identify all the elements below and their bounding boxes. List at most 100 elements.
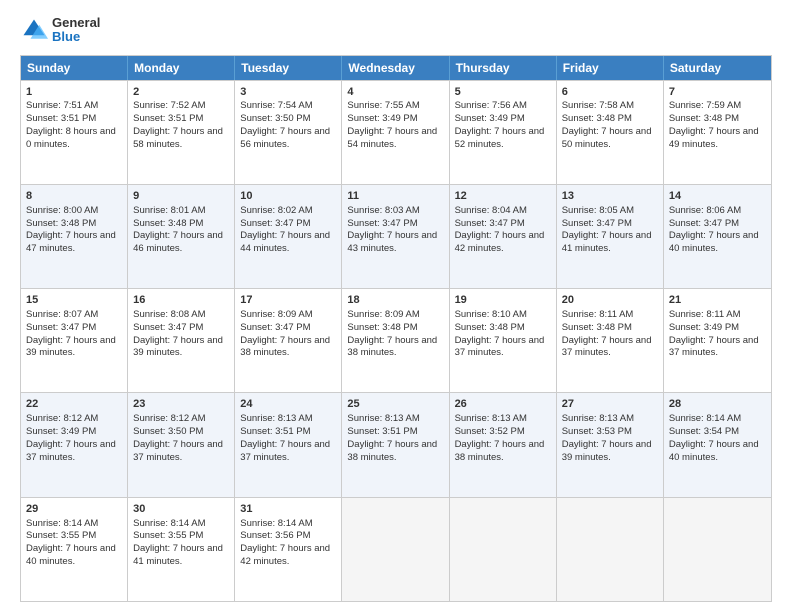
day-number: 20 bbox=[562, 293, 658, 308]
daylight: Daylight: 7 hours and 54 minutes. bbox=[347, 126, 437, 150]
sunrise: Sunrise: 8:09 AM bbox=[347, 309, 419, 320]
daylight: Daylight: 7 hours and 42 minutes. bbox=[240, 543, 330, 567]
sunrise: Sunrise: 8:13 AM bbox=[562, 413, 634, 424]
table-row: 17Sunrise: 8:09 AMSunset: 3:47 PMDayligh… bbox=[235, 289, 342, 392]
header-wednesday: Wednesday bbox=[342, 56, 449, 80]
day-number: 1 bbox=[26, 85, 122, 100]
week-row-1: 1Sunrise: 7:51 AM Sunset: 3:51 PM Daylight… bbox=[21, 80, 771, 184]
daylight: Daylight: 7 hours and 39 minutes. bbox=[562, 439, 652, 463]
day-number: 14 bbox=[669, 189, 766, 204]
daylight: Daylight: 7 hours and 39 minutes. bbox=[26, 335, 116, 359]
sunrise: Sunrise: 8:04 AM bbox=[455, 205, 527, 216]
sunrise: Sunrise: 8:12 AM bbox=[26, 413, 98, 424]
day-number: 26 bbox=[455, 397, 551, 412]
sunrise: Sunrise: 7:59 AM bbox=[669, 100, 741, 111]
daylight: Daylight: 7 hours and 40 minutes. bbox=[669, 439, 759, 463]
daylight: Daylight: 7 hours and 37 minutes. bbox=[669, 335, 759, 359]
sunrise: Sunrise: 7:51 AM bbox=[26, 100, 98, 111]
sunset: Sunset: 3:47 PM bbox=[26, 322, 96, 333]
table-row: 22Sunrise: 8:12 AMSunset: 3:49 PMDayligh… bbox=[21, 393, 128, 496]
sunset: Sunset: 3:49 PM bbox=[669, 322, 739, 333]
day-number: 9 bbox=[133, 189, 229, 204]
sunset: Sunset: 3:48 PM bbox=[347, 322, 417, 333]
table-row bbox=[557, 498, 664, 601]
sunset: Sunset: 3:47 PM bbox=[347, 218, 417, 229]
day-number: 24 bbox=[240, 397, 336, 412]
table-row: 15Sunrise: 8:07 AMSunset: 3:47 PMDayligh… bbox=[21, 289, 128, 392]
table-row: 1Sunrise: 7:51 AMSunset: 3:51 PMDaylight… bbox=[21, 81, 128, 184]
table-row: 6Sunrise: 7:58 AMSunset: 3:48 PMDaylight… bbox=[557, 81, 664, 184]
table-row: 3Sunrise: 7:54 AMSunset: 3:50 PMDaylight… bbox=[235, 81, 342, 184]
daylight: Daylight: 7 hours and 37 minutes. bbox=[26, 439, 116, 463]
sunrise: Sunrise: 8:13 AM bbox=[455, 413, 527, 424]
logo-text: General Blue bbox=[52, 16, 100, 45]
daylight: Daylight: 7 hours and 38 minutes. bbox=[347, 439, 437, 463]
sunrise: Sunrise: 8:01 AM bbox=[133, 205, 205, 216]
logo: General Blue bbox=[20, 16, 100, 45]
sunset: Sunset: 3:55 PM bbox=[26, 530, 96, 541]
day-number: 15 bbox=[26, 293, 122, 308]
sunset: Sunset: 3:47 PM bbox=[669, 218, 739, 229]
sunset: Sunset: 3:48 PM bbox=[562, 322, 632, 333]
table-row: 26Sunrise: 8:13 AMSunset: 3:52 PMDayligh… bbox=[450, 393, 557, 496]
sunset: Sunset: 3:56 PM bbox=[240, 530, 310, 541]
table-row: 5Sunrise: 7:56 AMSunset: 3:49 PMDaylight… bbox=[450, 81, 557, 184]
sunrise: Sunrise: 8:08 AM bbox=[133, 309, 205, 320]
sunset: Sunset: 3:48 PM bbox=[669, 113, 739, 124]
day-number: 30 bbox=[133, 502, 229, 517]
table-row: 30Sunrise: 8:14 AMSunset: 3:55 PMDayligh… bbox=[128, 498, 235, 601]
sunset: Sunset: 3:51 PM bbox=[347, 426, 417, 437]
day-number: 16 bbox=[133, 293, 229, 308]
table-row: 24Sunrise: 8:13 AMSunset: 3:51 PMDayligh… bbox=[235, 393, 342, 496]
sunrise: Sunrise: 8:02 AM bbox=[240, 205, 312, 216]
sunset: Sunset: 3:49 PM bbox=[455, 113, 525, 124]
day-number: 28 bbox=[669, 397, 766, 412]
sunset: Sunset: 3:48 PM bbox=[562, 113, 632, 124]
sunrise: Sunrise: 8:12 AM bbox=[133, 413, 205, 424]
sunrise: Sunrise: 7:56 AM bbox=[455, 100, 527, 111]
table-row: 27Sunrise: 8:13 AMSunset: 3:53 PMDayligh… bbox=[557, 393, 664, 496]
day-number: 25 bbox=[347, 397, 443, 412]
sunset: Sunset: 3:51 PM bbox=[26, 113, 96, 124]
sunrise: Sunrise: 8:13 AM bbox=[240, 413, 312, 424]
table-row: 13Sunrise: 8:05 AMSunset: 3:47 PMDayligh… bbox=[557, 185, 664, 288]
daylight: Daylight: 7 hours and 38 minutes. bbox=[240, 335, 330, 359]
table-row bbox=[342, 498, 449, 601]
day-number: 13 bbox=[562, 189, 658, 204]
daylight: Daylight: 7 hours and 39 minutes. bbox=[133, 335, 223, 359]
sunrise: Sunrise: 8:10 AM bbox=[455, 309, 527, 320]
day-number: 2 bbox=[133, 85, 229, 100]
table-row: 19Sunrise: 8:10 AMSunset: 3:48 PMDayligh… bbox=[450, 289, 557, 392]
logo-line2: Blue bbox=[52, 30, 100, 44]
header: General Blue bbox=[20, 16, 772, 45]
day-number: 12 bbox=[455, 189, 551, 204]
sunset: Sunset: 3:48 PM bbox=[26, 218, 96, 229]
sunrise: Sunrise: 8:14 AM bbox=[240, 518, 312, 529]
table-row: 8Sunrise: 8:00 AMSunset: 3:48 PMDaylight… bbox=[21, 185, 128, 288]
sunrise: Sunrise: 8:11 AM bbox=[562, 309, 634, 320]
table-row: 9Sunrise: 8:01 AM Sunset: 3:48 PMDaylight… bbox=[128, 185, 235, 288]
sunset: Sunset: 3:51 PM bbox=[133, 113, 203, 124]
daylight: Daylight: 7 hours and 46 minutes. bbox=[133, 230, 223, 254]
calendar-body: 1Sunrise: 7:51 AM Sunset: 3:51 PM Daylight… bbox=[21, 80, 771, 601]
header-sunday: Sunday bbox=[21, 56, 128, 80]
daylight: Daylight: 7 hours and 50 minutes. bbox=[562, 126, 652, 150]
sunset: Sunset: 3:53 PM bbox=[562, 426, 632, 437]
sunset: Sunset: 3:48 PM bbox=[133, 218, 203, 229]
day-number: 6 bbox=[562, 85, 658, 100]
sunset: Sunset: 3:52 PM bbox=[455, 426, 525, 437]
sunrise: Sunrise: 8:11 AM bbox=[669, 309, 741, 320]
sunset: Sunset: 3:51 PM bbox=[240, 426, 310, 437]
daylight: Daylight: 7 hours and 37 minutes. bbox=[562, 335, 652, 359]
day-number: 17 bbox=[240, 293, 336, 308]
week-row-4: 22Sunrise: 8:12 AMSunset: 3:49 PMDayligh… bbox=[21, 392, 771, 496]
day-number: 29 bbox=[26, 502, 122, 517]
daylight: Daylight: 7 hours and 58 minutes. bbox=[133, 126, 223, 150]
day-number: 7 bbox=[669, 85, 766, 100]
table-row bbox=[450, 498, 557, 601]
sunrise: Sunrise: 8:14 AM bbox=[669, 413, 741, 424]
calendar-header: Sunday Monday Tuesday Wednesday Thursday… bbox=[21, 56, 771, 80]
daylight: Daylight: 7 hours and 37 minutes. bbox=[455, 335, 545, 359]
table-row: 14Sunrise: 8:06 AMSunset: 3:47 PMDayligh… bbox=[664, 185, 771, 288]
header-saturday: Saturday bbox=[664, 56, 771, 80]
